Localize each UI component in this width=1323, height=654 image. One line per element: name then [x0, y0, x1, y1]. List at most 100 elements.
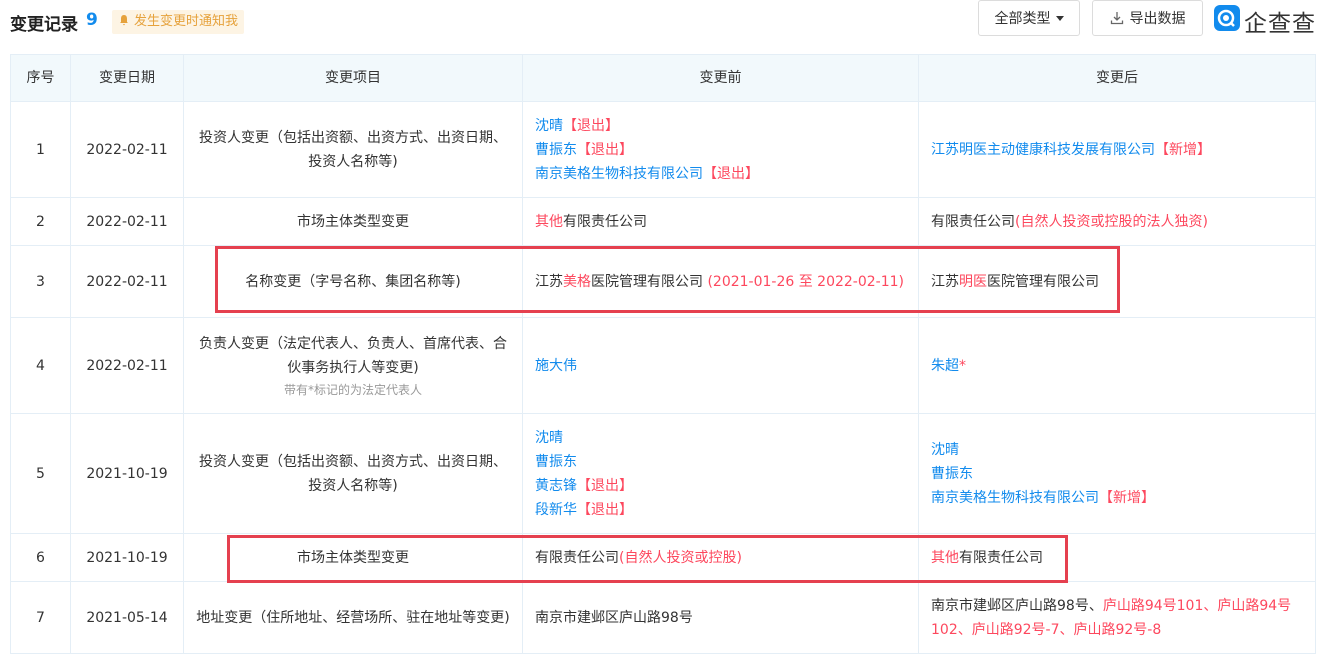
plain-text: 有限责任公司: [563, 213, 647, 230]
table-row: 1 2022-02-11 投资人变更（包括出资额、出资方式、出资日期、投资人名称…: [10, 101, 1316, 198]
cell-before: 沈晴【退出】 曹振东【退出】 南京美格生物科技有限公司【退出】: [522, 101, 919, 198]
cell-date: 2022-02-11: [70, 245, 184, 318]
logo-mark-icon: [1214, 5, 1240, 31]
cell-after: 南京市建邺区庐山路98号、庐山路94号101、庐山路94号102、庐山路92号-…: [918, 581, 1316, 654]
diff-text: 明医: [959, 273, 987, 290]
investor-link[interactable]: 江苏明医主动健康科技发展有限公司: [931, 142, 1155, 158]
col-header-item: 变更项目: [183, 54, 523, 102]
cell-date: 2021-10-19: [70, 413, 184, 534]
plain-text: 有限责任公司: [535, 549, 619, 566]
plain-text: 江苏: [535, 273, 563, 290]
table-row: 2 2022-02-11 市场主体类型变更 其他有限责任公司 有限责任公司(自然…: [10, 197, 1316, 246]
plain-text: 医院管理有限公司: [987, 273, 1099, 290]
table-row: 7 2021-05-14 地址变更（住所地址、经营场所、驻在地址等变更) 南京市…: [10, 581, 1316, 654]
diff-text: 其他: [535, 213, 563, 230]
section-title: 变更记录: [10, 15, 78, 35]
table-header-row: 序号 变更日期 变更项目 变更前 变更后: [10, 54, 1316, 102]
table-row: 5 2021-10-19 投资人变更（包括出资额、出资方式、出资日期、投资人名称…: [10, 413, 1316, 534]
cell-no: 3: [10, 245, 71, 318]
export-label: 导出数据: [1129, 11, 1186, 27]
top-bar: 变更记录 9 发生变更时通知我 全部类型 导出数据 企查查: [0, 0, 1323, 46]
type-filter-dropdown[interactable]: 全部类型: [978, 0, 1080, 36]
cell-item: 投资人变更（包括出资额、出资方式、出资日期、投资人名称等): [183, 101, 523, 198]
cell-item: 市场主体类型变更: [183, 197, 523, 246]
cell-no: 7: [10, 581, 71, 654]
cell-item: 投资人变更（包括出资额、出资方式、出资日期、投资人名称等): [183, 413, 523, 534]
cell-item: 名称变更（字号名称、集团名称等): [183, 245, 523, 318]
cell-date: 2022-02-11: [70, 197, 184, 246]
diff-text: 其他: [931, 549, 959, 566]
cell-item: 市场主体类型变更: [183, 533, 523, 582]
cell-after: 有限责任公司(自然人投资或控股的法人独资): [918, 197, 1316, 246]
cell-no: 2: [10, 197, 71, 246]
col-header-no: 序号: [10, 54, 71, 102]
cell-after: 江苏明医主动健康科技发展有限公司【新增】: [918, 101, 1316, 198]
cell-date: 2021-10-19: [70, 533, 184, 582]
item-text: 负责人变更（法定代表人、负责人、首席代表、合伙事务执行人等变更): [199, 335, 507, 376]
cell-item: 负责人变更（法定代表人、负责人、首席代表、合伙事务执行人等变更) 带有*标记的为法…: [183, 317, 523, 414]
diff-text: (自然人投资或控股): [619, 549, 742, 566]
notify-label: 发生变更时通知我: [134, 14, 239, 29]
investor-link[interactable]: 曹振东: [931, 466, 973, 482]
cell-before: 南京市建邺区庐山路98号: [522, 581, 919, 654]
person-link[interactable]: 施大伟: [535, 358, 577, 374]
col-header-before: 变更前: [522, 54, 919, 102]
legal-rep-note: 带有*标记的为法定代表人: [283, 382, 422, 397]
investor-link[interactable]: 段新华: [535, 502, 577, 518]
plain-text: 江苏: [931, 273, 959, 290]
cell-date: 2022-02-11: [70, 317, 184, 414]
cell-before: 有限责任公司(自然人投资或控股): [522, 533, 919, 582]
table-row: 4 2022-02-11 负责人变更（法定代表人、负责人、首席代表、合伙事务执行…: [10, 317, 1316, 414]
investor-link[interactable]: 曹振东: [535, 454, 577, 470]
investor-link[interactable]: 沈晴: [535, 430, 563, 446]
cell-date: 2022-02-11: [70, 101, 184, 198]
diff-text: 美格: [563, 273, 591, 290]
plain-text: 医院管理有限公司: [591, 273, 703, 290]
logo-text: 企查查: [1244, 11, 1316, 37]
investor-link[interactable]: 沈晴: [535, 118, 563, 134]
cell-after: 朱超*: [918, 317, 1316, 414]
cell-before: 沈晴 曹振东 黄志锋【退出】 段新华【退出】: [522, 413, 919, 534]
cell-no: 5: [10, 413, 71, 534]
plain-text: 有限责任公司: [959, 549, 1043, 566]
cell-before: 施大伟: [522, 317, 919, 414]
caret-down-icon: [1055, 16, 1064, 21]
period-text: (2021-01-26 至 2022-02-11): [707, 273, 904, 290]
investor-link[interactable]: 曹振东: [535, 142, 577, 158]
cell-after: 其他有限责任公司: [918, 533, 1316, 582]
change-tag: 【新增】: [1155, 141, 1211, 158]
notify-button[interactable]: 发生变更时通知我: [112, 10, 245, 34]
investor-link[interactable]: 沈晴: [931, 442, 959, 458]
person-link[interactable]: 朱超: [931, 358, 959, 374]
download-icon: [1110, 12, 1123, 25]
change-tag: 【退出】: [577, 141, 633, 158]
change-records-table: 序号 变更日期 变更项目 变更前 变更后 1 2022-02-11 投资人变更（…: [10, 54, 1316, 654]
plain-text: 南京市建邺区庐山路98号: [535, 609, 693, 626]
cell-after: 沈晴 曹振东 南京美格生物科技有限公司【新增】: [918, 413, 1316, 534]
type-filter-label: 全部类型: [994, 11, 1051, 27]
legal-rep-mark: *: [959, 357, 966, 374]
cell-no: 1: [10, 101, 71, 198]
investor-link[interactable]: 南京美格生物科技有限公司: [535, 166, 703, 182]
plain-text: 南京市建邺区庐山路98号、: [931, 597, 1103, 614]
table-row: 3 2022-02-11 名称变更（字号名称、集团名称等) 江苏美格医院管理有限…: [10, 245, 1316, 318]
cell-item: 地址变更（住所地址、经营场所、驻在地址等变更): [183, 581, 523, 654]
col-header-date: 变更日期: [70, 54, 184, 102]
plain-text: 有限责任公司: [931, 213, 1015, 230]
cell-before: 江苏美格医院管理有限公司 (2021-01-26 至 2022-02-11): [522, 245, 919, 318]
cell-date: 2021-05-14: [70, 581, 184, 654]
investor-link[interactable]: 南京美格生物科技有限公司: [931, 490, 1099, 506]
investor-link[interactable]: 黄志锋: [535, 478, 577, 494]
change-tag: 【退出】: [577, 501, 633, 518]
cell-no: 4: [10, 317, 71, 414]
table-row: 6 2021-10-19 市场主体类型变更 有限责任公司(自然人投资或控股) 其…: [10, 533, 1316, 582]
cell-no: 6: [10, 533, 71, 582]
cell-before: 其他有限责任公司: [522, 197, 919, 246]
col-header-after: 变更后: [918, 54, 1316, 102]
change-tag: 【退出】: [703, 165, 759, 182]
diff-text: (自然人投资或控股的法人独资): [1015, 213, 1208, 230]
record-count: 9: [86, 10, 98, 30]
change-tag: 【退出】: [577, 477, 633, 494]
export-button[interactable]: 导出数据: [1092, 0, 1203, 36]
change-tag: 【退出】: [563, 117, 619, 134]
